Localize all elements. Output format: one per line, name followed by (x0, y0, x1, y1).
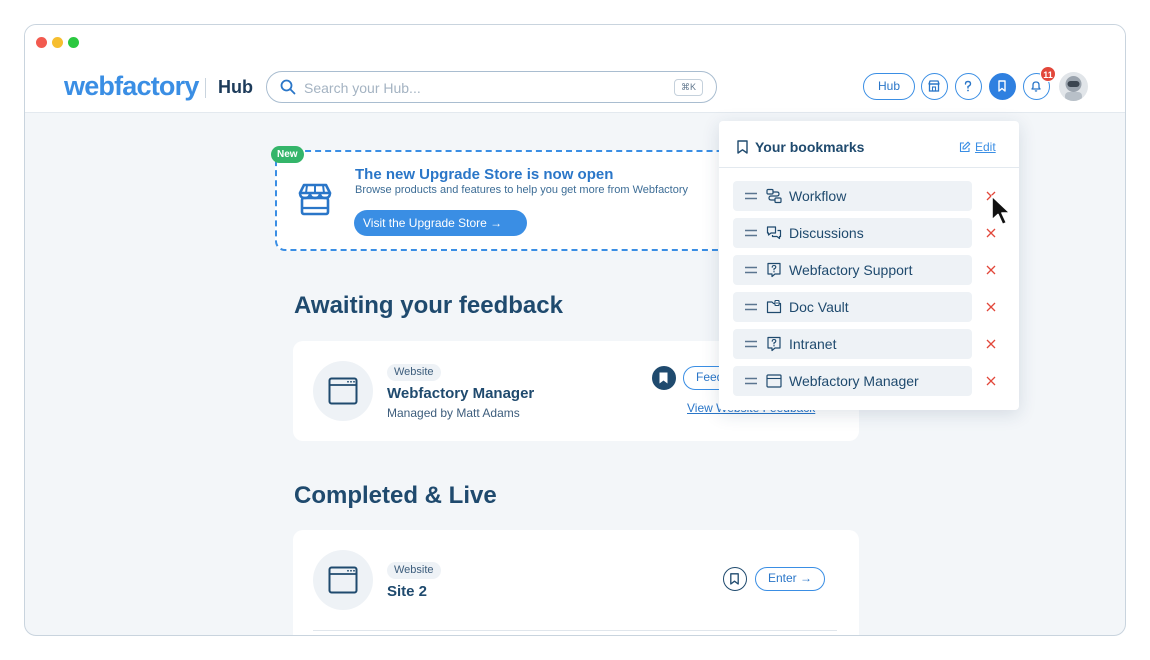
search-placeholder: Search your Hub... (304, 80, 421, 96)
bookmarks-button[interactable] (989, 73, 1016, 100)
bookmark-icon (998, 80, 1006, 92)
bookmark-label: Webfactory Manager (789, 373, 919, 389)
bookmark-icon (730, 573, 739, 585)
hub-title: Hub (218, 77, 253, 97)
notification-count-badge: 11 (1040, 66, 1056, 82)
hub-button[interactable]: Hub (863, 73, 915, 100)
edit-label: Edit (975, 140, 996, 154)
bookmark-item-intranet[interactable]: Intranet (733, 329, 972, 359)
bookmark-label: Workflow (789, 188, 847, 204)
help-button[interactable] (955, 73, 982, 100)
panel-divider (719, 167, 1019, 168)
bookmark-label: Webfactory Support (789, 262, 913, 278)
window-minimize-button[interactable] (52, 37, 63, 48)
bookmark-icon (737, 140, 748, 154)
website-thumbnail (313, 361, 373, 421)
bookmark-label: Discussions (789, 225, 864, 241)
card-subtitle: Managed by Matt Adams (387, 406, 520, 420)
drag-handle-icon[interactable] (745, 300, 757, 314)
bookmark-toggle-button[interactable] (723, 567, 747, 591)
bookmark-item-webfactory-manager[interactable]: Webfactory Manager (733, 366, 972, 396)
bookmark-item-doc-vault[interactable]: Doc Vault (733, 292, 972, 322)
doc-vault-icon (766, 299, 782, 314)
banner-title: The new Upgrade Store is now open (355, 166, 614, 183)
drag-handle-icon[interactable] (745, 337, 757, 351)
card-title: Site 2 (387, 583, 428, 600)
search-shortcut-hint: ⌘K (673, 79, 703, 96)
website-thumbnail (313, 550, 373, 610)
drag-handle-icon[interactable] (745, 263, 757, 277)
workflow-icon (766, 188, 782, 204)
drag-handle-icon[interactable] (745, 189, 757, 203)
browser-window-icon (328, 377, 358, 405)
storefront-icon (298, 183, 332, 216)
remove-bookmark-icon[interactable] (984, 374, 998, 388)
user-avatar[interactable] (1059, 72, 1088, 101)
title-bar (25, 25, 1125, 61)
astronaut-avatar-icon (1065, 76, 1082, 101)
bookmark-item-workflow[interactable]: Workflow (733, 181, 972, 211)
support-icon (767, 262, 781, 278)
window-close-button[interactable] (36, 37, 47, 48)
visit-upgrade-store-button[interactable]: Visit the Upgrade Store → (354, 210, 527, 236)
remove-bookmark-icon[interactable] (984, 226, 998, 240)
store-button[interactable] (921, 73, 948, 100)
website-tag: Website (387, 364, 441, 381)
card-title: Webfactory Manager (387, 385, 535, 402)
bookmark-label: Intranet (789, 336, 837, 352)
app-window: webfactory Hub Search your Hub... ⌘K Hub (24, 24, 1126, 636)
remove-bookmark-icon[interactable] (984, 337, 998, 351)
bookmarks-panel: Your bookmarks Edit Workflow Discussions… (719, 121, 1019, 410)
website-tag: Website (387, 562, 441, 579)
webfactory-logo[interactable]: webfactory (64, 71, 199, 102)
enter-button[interactable]: Enter → (755, 567, 826, 591)
edit-icon (959, 141, 971, 153)
mouse-cursor-icon (991, 195, 1011, 226)
bookmark-toggle-button[interactable] (652, 366, 676, 390)
new-badge: New (271, 146, 304, 163)
browser-window-icon (328, 566, 358, 594)
browser-window-icon (766, 374, 782, 388)
bell-icon (1031, 81, 1041, 92)
window-maximize-button[interactable] (68, 37, 79, 48)
awaiting-feedback-heading: Awaiting your feedback (294, 292, 563, 319)
bookmark-label: Doc Vault (789, 299, 849, 315)
completed-live-heading: Completed & Live (294, 482, 497, 509)
site-card[interactable]: Website Site 2 Enter → (293, 530, 859, 635)
question-icon (964, 80, 972, 92)
discussions-icon (766, 226, 782, 240)
search-input[interactable]: Search your Hub... ⌘K (266, 71, 717, 103)
card-divider (313, 630, 837, 631)
bookmarks-panel-title: Your bookmarks (755, 139, 865, 155)
store-icon (928, 80, 940, 92)
remove-bookmark-icon[interactable] (984, 263, 998, 277)
bookmark-filled-icon (659, 372, 668, 384)
logo-divider (205, 78, 206, 98)
intranet-icon (767, 336, 781, 352)
top-navigation: webfactory Hub Search your Hub... ⌘K Hub (25, 61, 1125, 113)
bookmark-item-webfactory-support[interactable]: Webfactory Support (733, 255, 972, 285)
bookmark-item-discussions[interactable]: Discussions (733, 218, 972, 248)
drag-handle-icon[interactable] (745, 226, 757, 240)
drag-handle-icon[interactable] (745, 374, 757, 388)
search-icon (280, 79, 296, 95)
remove-bookmark-icon[interactable] (984, 300, 998, 314)
banner-description: Browse products and features to help you… (355, 184, 689, 196)
